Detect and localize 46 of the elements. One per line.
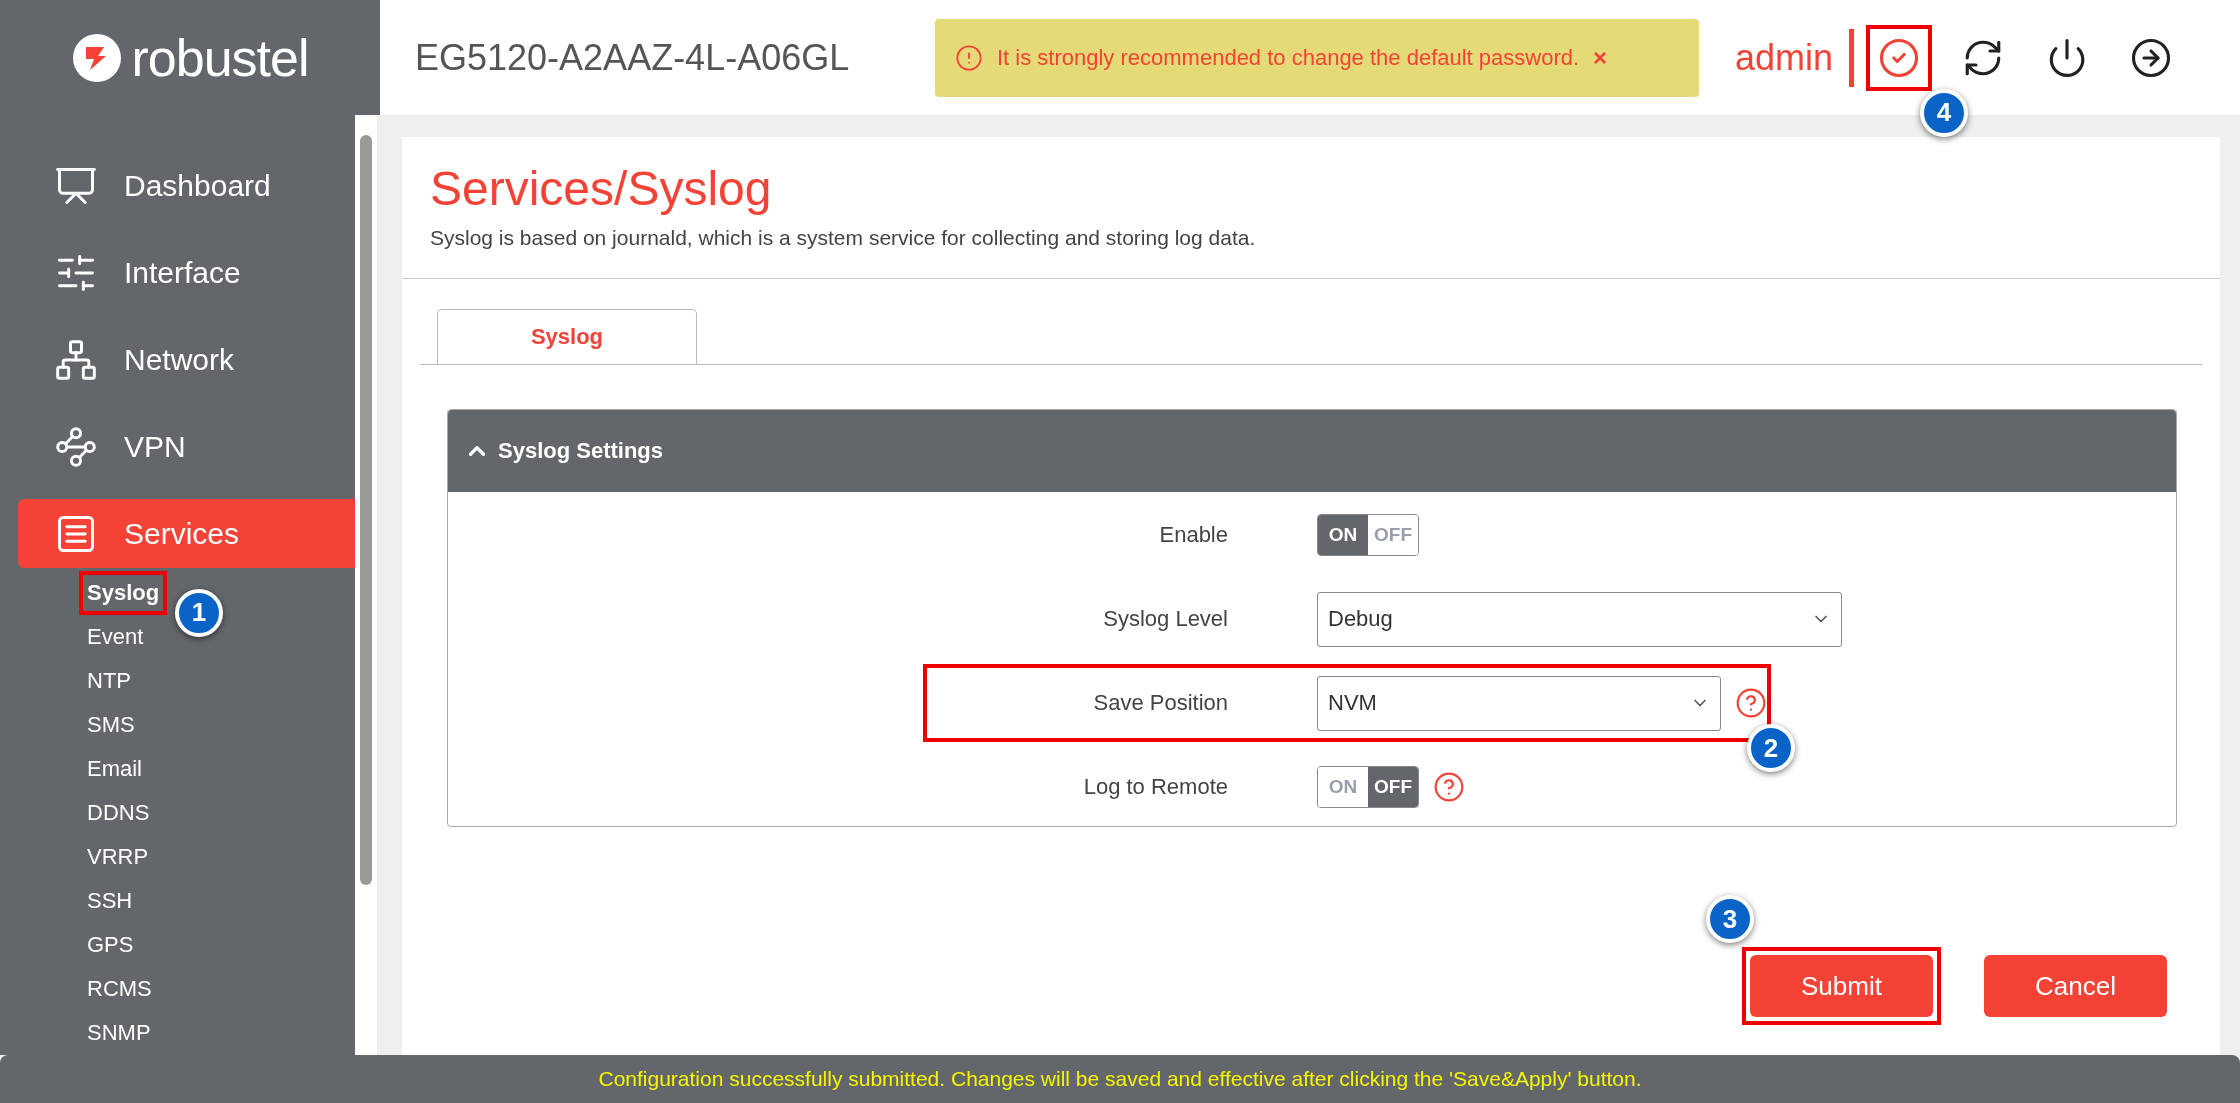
logo-text: robustel xyxy=(131,27,309,88)
help-icon[interactable] xyxy=(1433,771,1465,803)
sidebar-subitem[interactable]: RCMS xyxy=(79,967,160,1011)
tab[interactable]: Syslog xyxy=(437,309,697,364)
sidebar-subitem[interactable]: SMS xyxy=(79,703,143,747)
form-button[interactable]: Cancel xyxy=(1984,955,2167,1017)
sidebar-subitem[interactable]: SNMP xyxy=(79,1011,159,1055)
sidebar-subitem[interactable]: DDNS xyxy=(79,791,158,835)
sidebar-subitem[interactable]: SSH xyxy=(79,879,141,923)
dropdown-select[interactable]: Debug xyxy=(1317,591,1842,647)
field-label: Save Position xyxy=(1092,690,1228,716)
callout-badge: 1 xyxy=(175,589,223,637)
page-description: Syslog is based on journald, which is a system service for collecting and storing log data. xyxy=(430,226,1257,250)
field-label: Log to Remote xyxy=(1082,774,1228,800)
field-label: Enable xyxy=(1158,522,1228,548)
sidebar-subitem[interactable]: Event xyxy=(79,615,152,659)
sidebar-subitem[interactable]: GPS xyxy=(79,923,142,967)
sidebar-subitem[interactable]: Email xyxy=(79,747,150,791)
save-check-icon xyxy=(1878,36,1921,79)
sidebar-item[interactable]: Services xyxy=(18,499,355,568)
alert-icon xyxy=(955,43,983,72)
on-off-toggle[interactable]: ON OFF xyxy=(1317,766,1419,808)
panel-header[interactable]: Syslog Settings xyxy=(448,410,2176,492)
logout-icon xyxy=(2130,36,2173,79)
sidebar-subitem[interactable]: NTP xyxy=(79,659,139,703)
user-name[interactable]: admin xyxy=(1735,36,1834,79)
status-message: Configuration successfully submitted. Changes will be saved and effective after clicking the 'Save&Apply' button. xyxy=(598,1067,1642,1091)
field-label: Syslog Level xyxy=(1102,606,1228,632)
device-name: EG5120-A2AAZ-4L-A06GL xyxy=(415,36,851,79)
vpn-icon xyxy=(54,424,98,469)
network-icon xyxy=(54,338,98,382)
page-title: Services/Syslog xyxy=(429,161,773,216)
dropdown-select[interactable]: NVM xyxy=(1317,675,1721,731)
help-icon[interactable] xyxy=(1735,687,1767,719)
save-button[interactable] xyxy=(1866,24,1933,91)
on-off-toggle[interactable]: ON OFF xyxy=(1317,514,1419,556)
form-button[interactable]: Submit xyxy=(1750,955,1933,1017)
alert-text: It is strongly recommended to change the default password. xyxy=(997,44,1580,71)
sidebar-item[interactable]: Dashboard xyxy=(18,152,355,221)
scrollbar[interactable] xyxy=(355,115,377,1055)
logo-icon xyxy=(71,32,122,83)
sidebar-item[interactable]: Interface xyxy=(18,238,355,308)
sidebar-item[interactable]: VPN xyxy=(18,412,355,482)
sidebar-item[interactable]: Network xyxy=(18,325,355,395)
sidebar-subitem[interactable]: VRRP xyxy=(79,835,157,879)
sidebar-subitem[interactable]: Syslog xyxy=(79,571,168,615)
